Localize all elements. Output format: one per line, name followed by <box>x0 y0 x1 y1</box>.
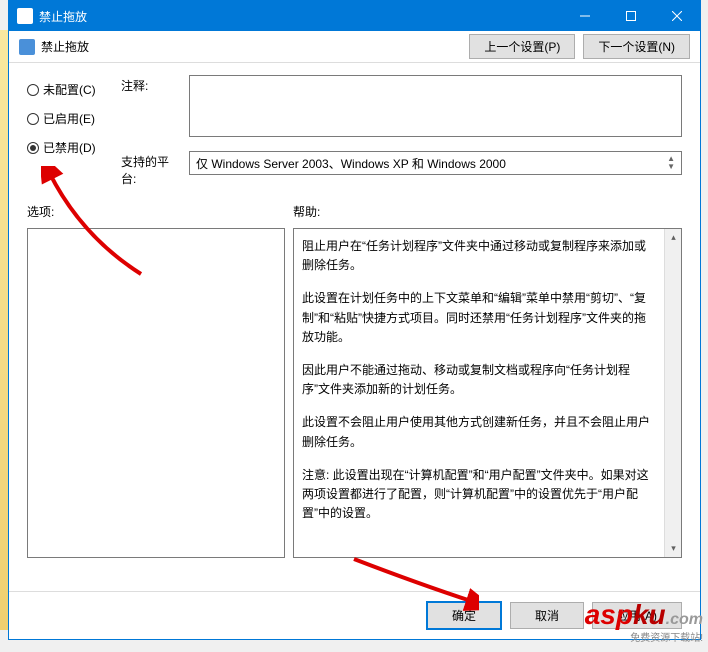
radio-label: 未配置(C) <box>43 81 96 98</box>
prev-setting-button[interactable]: 上一个设置(P) <box>469 34 575 59</box>
radio-label: 已启用(E) <box>43 110 95 127</box>
subheader: 禁止拖放 上一个设置(P) 下一个设置(N) <box>9 31 700 63</box>
radio-icon <box>27 142 39 154</box>
next-setting-button[interactable]: 下一个设置(N) <box>583 34 690 59</box>
app-icon <box>17 8 33 24</box>
close-button[interactable] <box>654 1 700 31</box>
comment-label: 注释: <box>121 75 179 137</box>
policy-icon <box>19 39 35 55</box>
spinner-arrows[interactable]: ▲▼ <box>667 155 675 171</box>
options-label: 选项: <box>27 203 285 220</box>
state-radio-group: 未配置(C) 已启用(E) 已禁用(D) <box>27 75 107 187</box>
help-panel: 阻止用户在“任务计划程序”文件夹中通过移动或复制程序来添加或删除任务。 此设置在… <box>293 228 682 558</box>
scrollbar[interactable]: ▴ ▾ <box>664 229 681 557</box>
ok-button[interactable]: 确定 <box>426 601 502 630</box>
radio-disabled[interactable]: 已禁用(D) <box>27 139 107 156</box>
dialog-buttons: 确定 取消 应用(A) <box>9 591 700 639</box>
apply-button[interactable]: 应用(A) <box>592 602 682 629</box>
minimize-button[interactable] <box>562 1 608 31</box>
options-panel <box>27 228 285 558</box>
radio-label: 已禁用(D) <box>43 139 96 156</box>
comment-textarea[interactable] <box>189 75 682 137</box>
titlebar: 禁止拖放 <box>9 1 700 31</box>
scroll-down-icon[interactable]: ▾ <box>665 540 682 557</box>
radio-icon <box>27 84 39 96</box>
platform-text: 仅 Windows Server 2003、Windows XP 和 Windo… <box>196 155 506 172</box>
platform-field: 仅 Windows Server 2003、Windows XP 和 Windo… <box>189 151 682 175</box>
help-paragraph: 此设置在计划任务中的上下文菜单和“编辑”菜单中禁用“剪切”、“复制”和“粘贴”快… <box>302 289 656 347</box>
platform-label: 支持的平台: <box>121 151 179 187</box>
scroll-up-icon[interactable]: ▴ <box>665 229 682 246</box>
window-title: 禁止拖放 <box>39 8 562 25</box>
policy-dialog-window: 禁止拖放 禁止拖放 上一个设置(P) 下一个设置(N) 未配置(C) 已启用(E… <box>8 0 701 640</box>
help-paragraph: 此设置不会阻止用户使用其他方式创建新任务，并且不会阻止用户删除任务。 <box>302 413 656 451</box>
help-label: 帮助: <box>293 203 320 220</box>
radio-icon <box>27 113 39 125</box>
maximize-button[interactable] <box>608 1 654 31</box>
help-paragraph: 注意: 此设置出现在“计算机配置”和“用户配置”文件夹中。如果对这两项设置都进行… <box>302 466 656 524</box>
subheader-title: 禁止拖放 <box>41 38 89 55</box>
help-paragraph: 阻止用户在“任务计划程序”文件夹中通过移动或复制程序来添加或删除任务。 <box>302 237 656 275</box>
help-paragraph: 因此用户不能通过拖动、移动或复制文档或程序向“任务计划程序”文件夹添加新的计划任… <box>302 361 656 399</box>
radio-enabled[interactable]: 已启用(E) <box>27 110 107 127</box>
radio-not-configured[interactable]: 未配置(C) <box>27 81 107 98</box>
cancel-button[interactable]: 取消 <box>510 602 584 629</box>
